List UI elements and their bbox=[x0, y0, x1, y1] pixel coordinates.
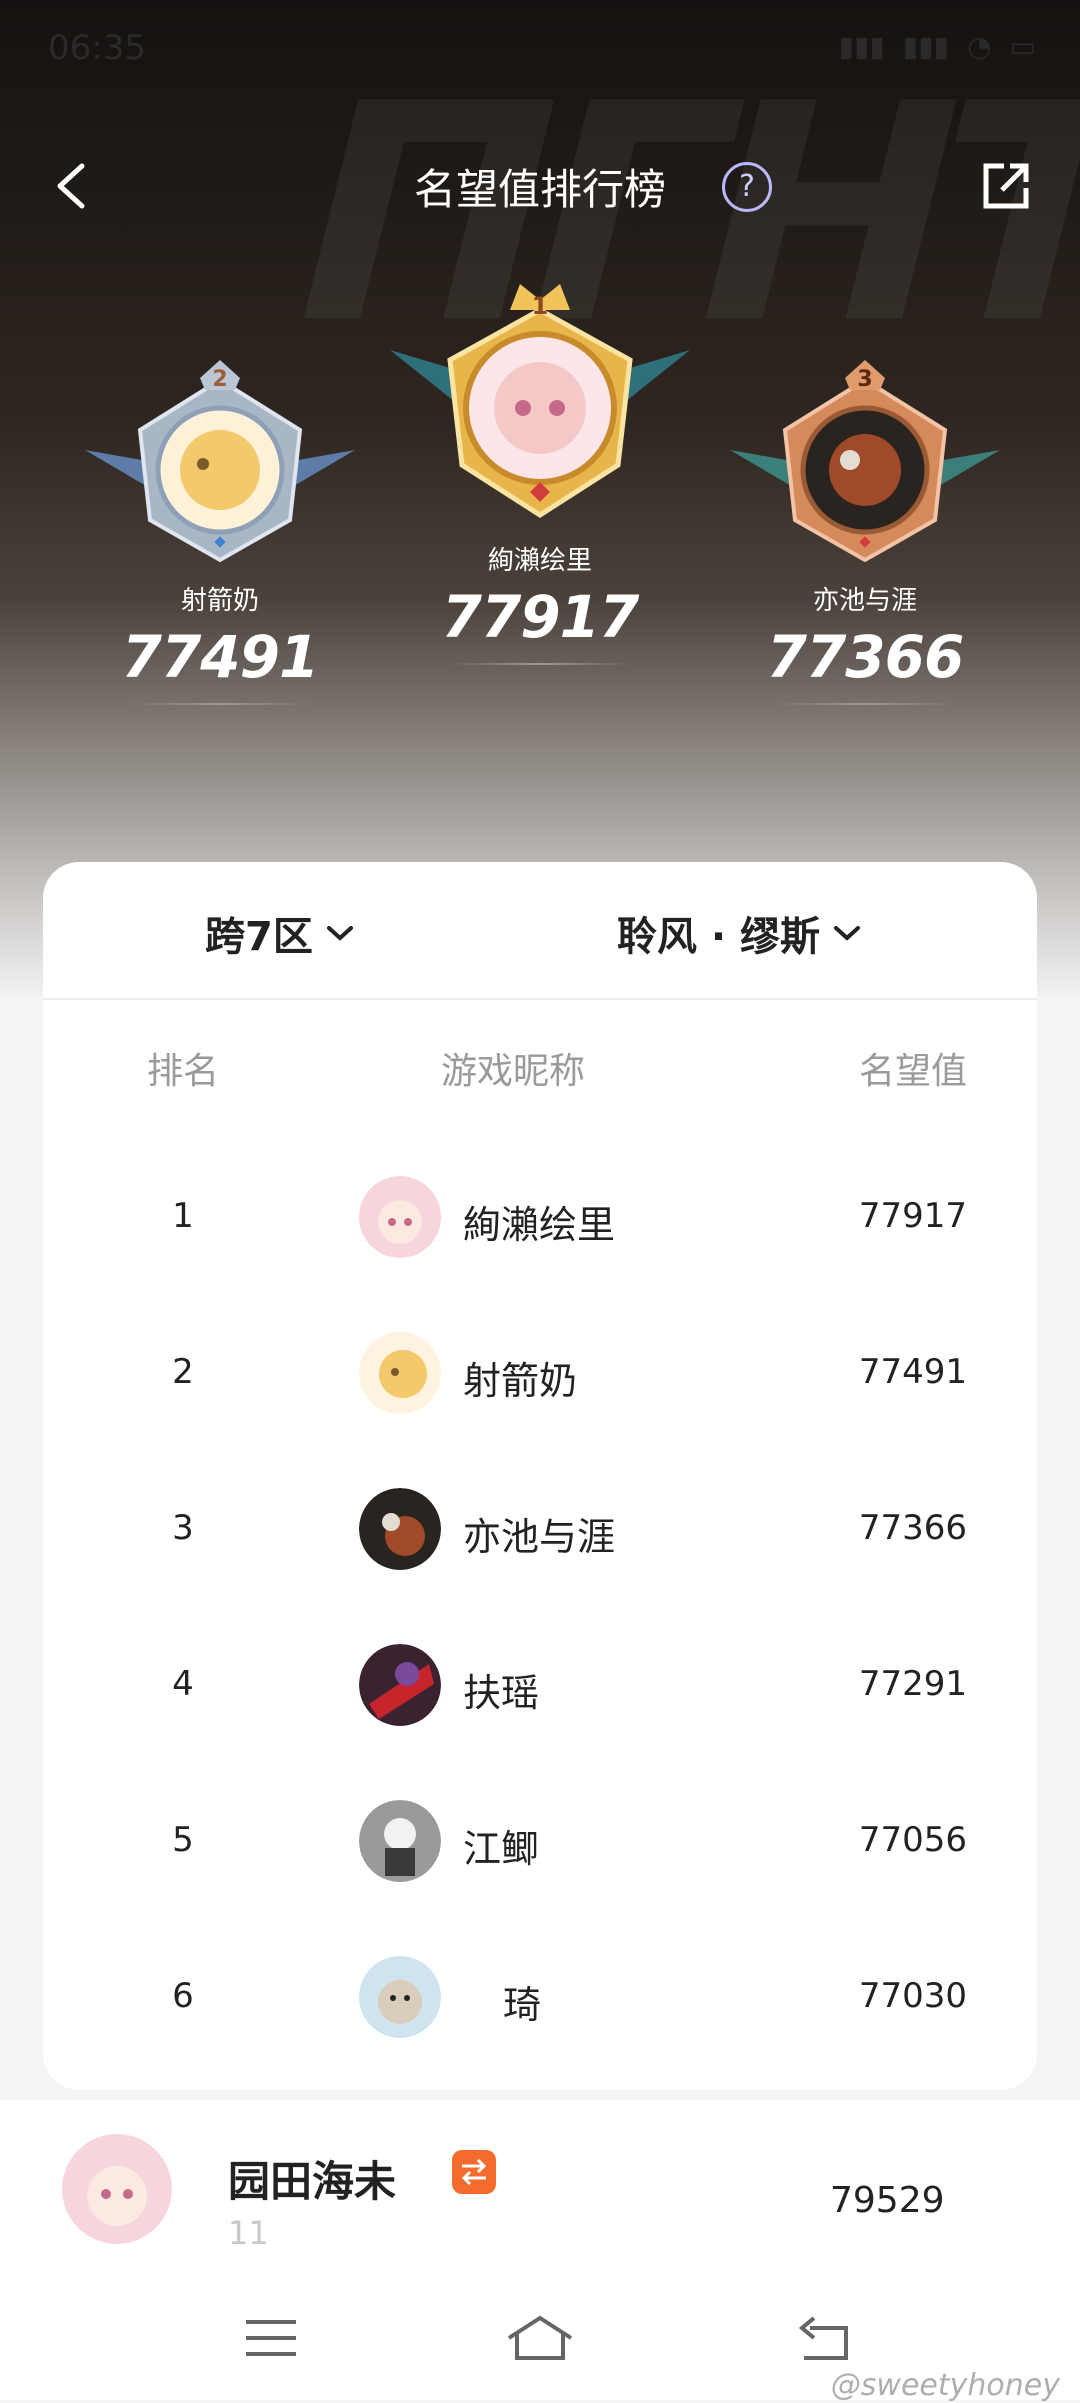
my-value: 79529 bbox=[830, 2180, 945, 2221]
divider bbox=[130, 703, 310, 705]
table-row[interactable]: 3 亦池与涯 77366 bbox=[43, 1470, 1037, 1590]
table-row[interactable]: 2 射箭奶 77491 bbox=[43, 1314, 1037, 1434]
avatar bbox=[359, 1644, 441, 1726]
row-rank: 1 bbox=[172, 1196, 194, 1236]
podium-rank-2[interactable]: 2 射箭奶 77491 bbox=[70, 360, 370, 705]
chevron-down-icon bbox=[326, 926, 353, 941]
gold-badge: 1 bbox=[390, 280, 690, 530]
table-row[interactable]: 6 琦 77030 bbox=[43, 1938, 1037, 2058]
podium-rank-1[interactable]: 1 絢瀨绘里 77917 bbox=[390, 280, 690, 665]
svg-text:1: 1 bbox=[532, 292, 549, 320]
wifi-icon: ◔ bbox=[967, 30, 992, 63]
signal-icon: ▮▮▮ bbox=[902, 30, 950, 63]
region-label: 跨7区 bbox=[205, 914, 313, 960]
page-title: 名望值排行榜 bbox=[413, 165, 666, 214]
divider bbox=[775, 703, 955, 705]
external-link-icon bbox=[983, 163, 1029, 209]
status-time: 06:35 bbox=[48, 28, 146, 68]
avatar bbox=[62, 2134, 172, 2244]
swap-icon bbox=[452, 2150, 496, 2194]
top-bar: 名望值排行榜 ? bbox=[0, 140, 1080, 230]
back-nav-button[interactable] bbox=[790, 2308, 860, 2368]
silver-badge: 2 bbox=[75, 360, 365, 570]
watermark: @sweetyhoney bbox=[830, 2368, 1060, 2403]
row-name: 扶瑶 bbox=[463, 1671, 540, 1715]
server-label: 聆风 · 缪斯 bbox=[617, 914, 821, 960]
row-rank: 2 bbox=[172, 1352, 194, 1392]
row-rank: 3 bbox=[172, 1508, 194, 1548]
region-dropdown[interactable]: 跨7区 bbox=[205, 904, 355, 962]
row-value: 77366 bbox=[858, 1508, 968, 1548]
signal-icon: ▮▮▮ bbox=[838, 30, 885, 63]
avatar bbox=[359, 1332, 441, 1414]
home-icon bbox=[507, 2315, 573, 2360]
row-name: 絢瀨绘里 bbox=[463, 1203, 616, 1247]
podium-name: 絢瀨绘里 bbox=[487, 546, 592, 576]
svg-text:3: 3 bbox=[857, 367, 872, 392]
status-bar: 06:35 ▮▮▮ ▮▮▮ ◔ ▭ bbox=[0, 0, 1080, 90]
row-rank: 6 bbox=[172, 1976, 194, 2016]
table-row[interactable]: 4 扶瑶 77291 bbox=[43, 1626, 1037, 1746]
row-name: 江鲫 bbox=[463, 1827, 540, 1871]
my-rank: 11 bbox=[228, 2214, 269, 2252]
podium-name: 射箭奶 bbox=[180, 586, 259, 616]
avatar bbox=[359, 1488, 441, 1570]
help-icon[interactable]: ? bbox=[722, 162, 772, 212]
row-value: 77491 bbox=[858, 1352, 968, 1392]
bronze-badge: 3 bbox=[720, 360, 1010, 570]
chevron-down-icon bbox=[834, 926, 861, 941]
row-value: 77291 bbox=[858, 1664, 968, 1704]
row-value: 77030 bbox=[858, 1976, 968, 2016]
table-row[interactable]: 5 江鲫 77056 bbox=[43, 1782, 1037, 1902]
podium-rank-3[interactable]: 3 亦池与涯 77366 bbox=[715, 360, 1015, 705]
header-name: 游戏昵称 bbox=[440, 1051, 585, 1092]
leaderboard-card: 跨7区 聆风 · 缪斯 排名 游戏昵称 名望值 1 絢瀨绘里 77917 2 射… bbox=[43, 862, 1037, 2090]
menu-button[interactable] bbox=[236, 2308, 306, 2368]
table-row[interactable]: 1 絢瀨绘里 77917 bbox=[43, 1158, 1037, 1278]
return-icon bbox=[798, 2316, 848, 2360]
status-icons: ▮▮▮ ▮▮▮ ◔ ▭ bbox=[839, 30, 1036, 63]
row-rank: 5 bbox=[172, 1820, 194, 1860]
home-button[interactable] bbox=[505, 2308, 575, 2368]
row-name: 琦 bbox=[503, 1983, 542, 2027]
row-name: 亦池与涯 bbox=[463, 1515, 616, 1559]
avatar bbox=[359, 1176, 441, 1258]
share-button[interactable] bbox=[976, 156, 1036, 216]
server-dropdown[interactable]: 聆风 · 缪斯 bbox=[617, 904, 862, 962]
filter-row: 跨7区 聆风 · 缪斯 bbox=[43, 862, 1037, 1000]
row-name: 射箭奶 bbox=[463, 1359, 578, 1403]
avatar bbox=[359, 1956, 441, 2038]
my-rank-bar[interactable]: 园田海未 11 79529 bbox=[0, 2100, 1080, 2280]
svg-text:2: 2 bbox=[212, 367, 227, 392]
podium-score: 77366 bbox=[766, 623, 965, 691]
row-value: 77917 bbox=[858, 1196, 968, 1236]
my-name: 园田海未 bbox=[228, 2157, 397, 2206]
table-header: 排名 游戏昵称 名望值 bbox=[43, 1042, 1037, 1102]
avatar bbox=[359, 1800, 441, 1882]
podium-score: 77491 bbox=[121, 623, 320, 691]
battery-icon: ▭ bbox=[1009, 30, 1036, 63]
row-rank: 4 bbox=[172, 1664, 194, 1704]
divider bbox=[450, 663, 630, 665]
podium-score: 77917 bbox=[441, 583, 640, 651]
menu-icon bbox=[246, 2320, 296, 2356]
header-rank: 排名 bbox=[146, 1051, 219, 1092]
podium-name: 亦池与涯 bbox=[812, 586, 917, 616]
row-value: 77056 bbox=[858, 1820, 968, 1860]
header-value: 名望值 bbox=[858, 1051, 967, 1092]
